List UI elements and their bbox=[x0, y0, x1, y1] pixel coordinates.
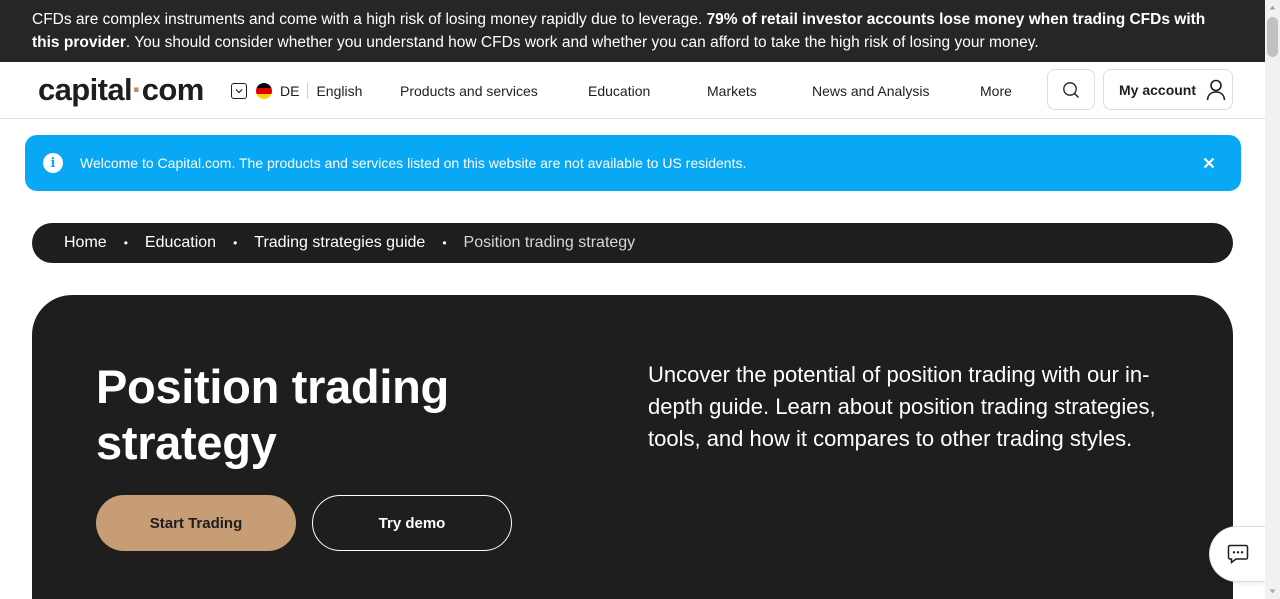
germany-flag-icon bbox=[256, 83, 272, 99]
breadcrumb: Home • Education • Trading strategies gu… bbox=[32, 223, 1233, 263]
hero-description: Uncover the potential of position tradin… bbox=[648, 362, 1156, 451]
language-label[interactable]: English bbox=[316, 83, 362, 99]
nav-markets[interactable]: Markets bbox=[707, 81, 757, 101]
hero-section: Position trading strategy Start Trading … bbox=[32, 295, 1233, 599]
page-scrollbar[interactable] bbox=[1265, 0, 1280, 599]
logo-dot: · bbox=[132, 72, 142, 107]
site-header: capital·com DE English Products and serv… bbox=[0, 62, 1265, 119]
start-trading-button[interactable]: Start Trading bbox=[96, 495, 296, 551]
search-button[interactable] bbox=[1047, 69, 1095, 110]
chat-button[interactable] bbox=[1209, 526, 1265, 582]
locale-selector[interactable]: DE English bbox=[231, 81, 362, 101]
notice-text: Welcome to Capital.com. The products and… bbox=[80, 155, 747, 171]
breadcrumb-current-page: Position trading strategy bbox=[463, 234, 636, 251]
breadcrumb-separator: • bbox=[123, 236, 128, 250]
logo-text-right: com bbox=[141, 72, 205, 107]
breadcrumb-separator: • bbox=[442, 236, 447, 250]
my-account-button[interactable]: My account bbox=[1103, 69, 1233, 110]
scrollbar-thumb[interactable] bbox=[1267, 17, 1278, 57]
scroll-down-arrow-icon[interactable] bbox=[1265, 584, 1280, 599]
nav-products-and-services[interactable]: Products and services bbox=[400, 81, 538, 101]
locale-divider bbox=[307, 83, 309, 99]
risk-warning-text: CFDs are complex instruments and come wi… bbox=[32, 11, 707, 28]
breadcrumb-home[interactable]: Home bbox=[64, 234, 107, 252]
chat-icon bbox=[1227, 544, 1248, 565]
breadcrumb-education[interactable]: Education bbox=[145, 234, 216, 252]
logo[interactable]: capital·com bbox=[38, 72, 204, 108]
user-icon bbox=[1206, 79, 1226, 100]
chevron-down-icon bbox=[231, 83, 247, 99]
nav-news-and-analysis[interactable]: News and Analysis bbox=[812, 81, 930, 101]
breadcrumb-separator: • bbox=[233, 236, 238, 250]
close-icon[interactable] bbox=[1199, 153, 1219, 173]
scroll-up-arrow-icon[interactable] bbox=[1265, 0, 1280, 15]
page-title: Position trading strategy bbox=[96, 360, 449, 469]
info-icon: i bbox=[43, 153, 63, 173]
breadcrumb-trading-strategies-guide[interactable]: Trading strategies guide bbox=[254, 234, 425, 252]
logo-text-left: capital bbox=[38, 72, 133, 107]
risk-warning-banner: CFDs are complex instruments and come wi… bbox=[0, 0, 1265, 62]
country-code: DE bbox=[280, 83, 300, 99]
nav-more[interactable]: More bbox=[980, 81, 1012, 101]
nav-education[interactable]: Education bbox=[588, 81, 650, 101]
my-account-label: My account bbox=[1119, 81, 1197, 98]
try-demo-button[interactable]: Try demo bbox=[312, 495, 512, 551]
risk-warning-text-end: . You should consider whether you unders… bbox=[125, 34, 1039, 51]
us-residents-notice: i Welcome to Capital.com. The products a… bbox=[25, 135, 1241, 191]
search-icon bbox=[1063, 81, 1079, 98]
